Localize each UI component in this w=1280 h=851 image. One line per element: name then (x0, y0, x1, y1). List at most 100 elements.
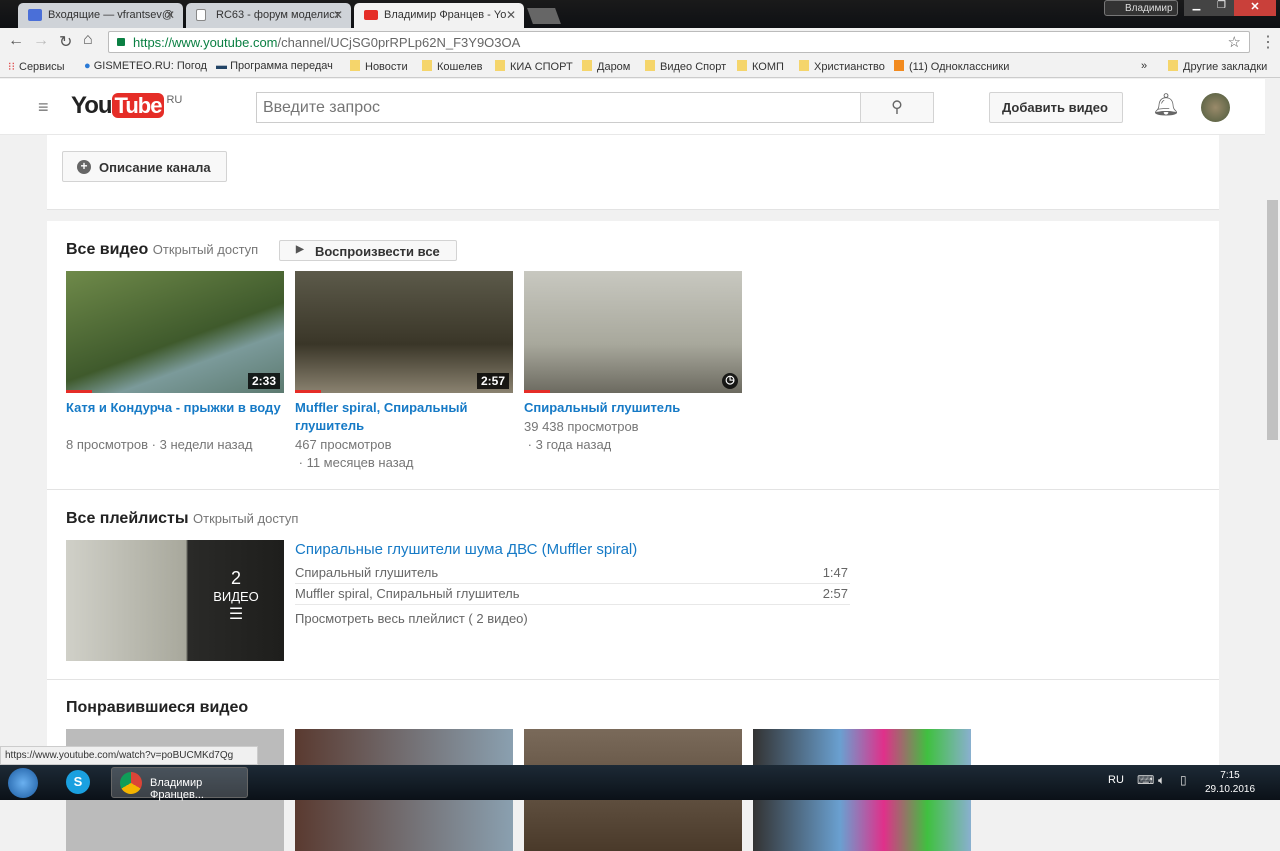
keyboard-icon[interactable]: ⌨ (1137, 773, 1154, 787)
playlist-thumbnail[interactable]: 2 ВИДЕО ☰ (66, 540, 284, 661)
scrollbar[interactable] (1265, 135, 1280, 765)
bookmark-odnoklassniki[interactable]: (11) Одноклассники (894, 60, 1009, 73)
address-bar[interactable]: https://www.youtube.com/channel/UCjSG0pr… (108, 31, 1250, 53)
tab-label: Входящие — vfrantsev@ (48, 9, 174, 21)
video-title[interactable]: Катя и Кондурча - прыжки в воду (66, 399, 284, 417)
folder-icon (422, 60, 432, 71)
other-bookmarks[interactable]: Другие закладки (1168, 60, 1267, 73)
close-icon[interactable]: ✕ (165, 8, 175, 22)
start-button[interactable] (8, 768, 38, 798)
home-icon[interactable]: ⌂ (83, 31, 93, 49)
playlist-title[interactable]: Спиральные глушители шума ДВС (Muffler s… (295, 541, 637, 558)
folder-icon (799, 60, 809, 71)
section-title-liked[interactable]: Понравившиеся видео (66, 699, 248, 717)
language-indicator[interactable]: RU (1108, 774, 1124, 786)
video-title[interactable]: Muffler spiral, Спиральный глушитель (295, 399, 513, 435)
plus-icon: + (77, 160, 91, 174)
forward-icon[interactable]: → (33, 32, 49, 50)
tab-label: RC63 - форум моделист (216, 9, 340, 21)
close-window-button[interactable]: ✕ (1234, 0, 1276, 16)
avatar[interactable] (1201, 93, 1230, 122)
section-title-all-videos[interactable]: Все видео Открытый доступ (66, 241, 258, 259)
tab-inbox[interactable]: Входящие — vfrantsev@ ✕ (18, 3, 183, 28)
drop-icon: ● (84, 60, 94, 72)
button-label: Описание канала (99, 160, 211, 175)
playlist-icon: ☰ (228, 606, 244, 623)
playlist-item[interactable]: Спиральный глушитель 1:47 (295, 563, 850, 584)
bookmark-koshelev[interactable]: Кошелев (422, 60, 482, 73)
search-input[interactable] (256, 92, 861, 123)
back-icon[interactable]: ← (8, 32, 24, 50)
close-icon[interactable]: ✕ (333, 8, 343, 22)
channel-about-card: + Описание канала (47, 135, 1219, 210)
bookmarks-overflow[interactable]: » (1141, 60, 1147, 72)
maximize-button[interactable]: ❐ (1209, 0, 1234, 16)
bell-icon[interactable]: 🔔︎ (1152, 92, 1180, 118)
new-tab-button[interactable] (527, 8, 561, 24)
watch-progress (66, 390, 92, 393)
play-all-button[interactable]: ▶ Воспроизвести все (279, 240, 457, 261)
duration-badge: 2:57 (476, 373, 509, 389)
skype-icon[interactable]: S (66, 770, 90, 794)
bookmark-video-sport[interactable]: Видео Спорт (645, 60, 726, 73)
bookmark-tv[interactable]: ▬ Программа передач (216, 60, 333, 72)
folder-icon (645, 60, 655, 71)
folder-icon (350, 60, 360, 71)
divider (47, 679, 1219, 680)
clock[interactable]: 7:15 29.10.2016 (1200, 769, 1260, 797)
bookmark-news[interactable]: Новости (350, 60, 408, 73)
folder-icon (737, 60, 747, 71)
star-icon[interactable]: ☆ (1228, 33, 1241, 51)
bookmark-darom[interactable]: Даром (582, 60, 630, 73)
menu-icon[interactable]: ⋮ (1260, 32, 1276, 52)
minimize-button[interactable]: ▁ (1184, 0, 1209, 16)
search-button[interactable]: ⚲ (860, 92, 934, 123)
hamburger-menu-icon[interactable]: ≡ (38, 97, 49, 118)
chrome-icon (120, 772, 142, 794)
duration-badge: 2:33 (247, 373, 280, 389)
playlist-item[interactable]: Muffler spiral, Спиральный глушитель 2:57 (295, 584, 850, 605)
browser-tab-strip: Входящие — vfrantsev@ ✕ RC63 - форум моде… (0, 0, 1280, 28)
video-title[interactable]: Спиральный глушитель (524, 399, 742, 417)
video-meta: 8 просмотров · 3 недели назад (66, 437, 253, 452)
reload-icon[interactable]: ↻ (59, 32, 72, 52)
channel-description-button[interactable]: + Описание канала (62, 151, 227, 182)
video-thumbnail[interactable]: ◷ (524, 271, 742, 393)
url-host: https://www.youtube.com (133, 35, 278, 50)
bookmark-christianity[interactable]: Христианство (799, 60, 885, 73)
monitor-icon: ▬ (216, 60, 231, 72)
tab-youtube[interactable]: Владимир Францев - Yo ✕ (354, 3, 524, 28)
youtube-logo[interactable]: You Tube RU (71, 92, 182, 120)
view-full-playlist-link[interactable]: Просмотреть весь плейлист ( 2 видео) (295, 611, 528, 626)
watch-later-icon[interactable]: ◷ (722, 373, 738, 389)
video-meta: 467 просмотров · 11 месяцев назад (295, 437, 414, 470)
profile-button[interactable]: Владимир (1104, 0, 1178, 16)
search-icon: ⚲ (891, 99, 903, 116)
scrollbar-thumb[interactable] (1267, 200, 1278, 440)
video-thumbnail[interactable]: 2:33 (66, 271, 284, 393)
profile-name: Владимир (1125, 3, 1173, 14)
video-thumbnail[interactable]: 2:57 (295, 271, 513, 393)
bookmark-apps[interactable]: ⁝⁝ Сервисы (8, 60, 65, 73)
section-title-playlists[interactable]: Все плейлисты Открытый доступ (66, 510, 298, 528)
taskbar-chrome-window[interactable]: Владимир Францев... (111, 767, 248, 801)
ok-icon (894, 60, 904, 71)
volume-icon[interactable]: 🔈︎ (1158, 773, 1165, 788)
bookmark-kia-sport[interactable]: КИА СПОРТ (495, 60, 573, 73)
channel-content: Все видео Открытый доступ ▶ Воспроизвести… (47, 221, 1219, 851)
status-bar: https://www.youtube.com/watch?v=poBUCMKd… (0, 746, 258, 765)
watch-progress (295, 390, 321, 393)
upload-button[interactable]: Добавить видео (989, 92, 1123, 123)
tab-rc63[interactable]: RC63 - форум моделист ✕ (186, 3, 351, 28)
video-meta: 39 438 просмотров · 3 года назад (524, 419, 639, 452)
playlist-count-overlay: 2 ВИДЕО ☰ (188, 568, 284, 624)
network-icon[interactable]: ▯ (1180, 773, 1187, 787)
bookmark-komp[interactable]: КОМП (737, 60, 784, 73)
apps-icon: ⁝⁝ (8, 61, 15, 73)
page-icon (196, 9, 206, 21)
play-icon: ▶ (296, 244, 304, 255)
bookmark-gismeteo[interactable]: ● GISMETEO.RU: Погод (84, 60, 207, 72)
youtube-icon (364, 10, 378, 20)
close-icon[interactable]: ✕ (506, 8, 516, 22)
divider (47, 489, 1219, 490)
